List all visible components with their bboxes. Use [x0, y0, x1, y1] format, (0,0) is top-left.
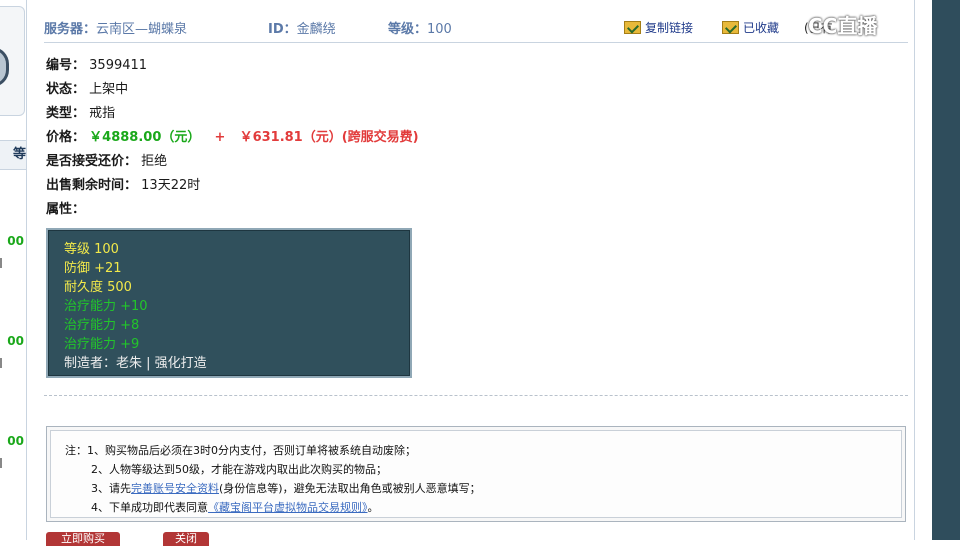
sidebar-title: 等 [0, 140, 26, 170]
price-plus: + [214, 130, 226, 145]
notice-line-3-pre: 3、请先 [91, 482, 131, 495]
bargain-label: 是否接受还价： [46, 154, 138, 169]
level-info: 等级：100 [388, 18, 452, 37]
notice-line-1: 注：1、购买物品后必须在3时0分内支付，否则订单将被系统自动废除； [65, 444, 416, 457]
notice-line-2: 2、人物等级达到50级，才能在游戏内取出此次购买的物品； [91, 463, 387, 476]
price-value: ￥4888.00（元） [89, 130, 201, 145]
attribute-maker: 制造者：老朱 | 强化打造 [64, 356, 207, 371]
id-value: 金麟绕 [296, 22, 336, 37]
level-value: 100 [427, 22, 452, 37]
favorite-label: 已收藏 [743, 21, 780, 35]
account-security-link[interactable]: 完善账号安全资料 [131, 482, 219, 495]
purchase-notice: 注：1、购买物品后必须在3时0分内支付，否则订单将被系统自动废除； 2、人物等级… [46, 426, 906, 522]
copy-link-button[interactable]: 复制链接 [624, 19, 693, 36]
notice-line-3-post: (身份信息等)，避免无法取出角色或被别人恶意填写； [219, 482, 481, 495]
server-label: 服务器： [44, 22, 97, 37]
price-fee: ￥631.81（元）(跨服交易费) [239, 130, 419, 145]
attribute-line: 治疗能力 +9 [64, 337, 140, 352]
copy-link-icon [624, 21, 641, 34]
sidebar-divider [0, 258, 8, 268]
remaining-label: 出售剩余时间： [46, 178, 138, 193]
notice-line-3: 3、请先完善账号安全资料(身份信息等)，避免无法取出角色或被别人恶意填写； [91, 480, 481, 496]
type-value: 戒指 [89, 106, 116, 121]
status-value: 上架中 [89, 82, 129, 97]
sidebar-price[interactable]: 00 [0, 434, 24, 448]
sidebar-divider [0, 458, 8, 468]
remaining-value: 13天22时 [141, 178, 201, 193]
favorite-button[interactable]: 已收藏 [722, 19, 779, 36]
server-info: 服务器：云南区—蝴蝶泉 [44, 18, 187, 37]
notice-line-4-pre: 4、下单成功即代表同意 [91, 501, 208, 514]
right-border [914, 0, 933, 540]
attribute-panel: 等级 100 防御 +21 耐久度 500 治疗能力 +10 治疗能力 +8 治… [46, 228, 412, 378]
level-label: 等级： [388, 22, 428, 37]
server-value: 云南区—蝴蝶泉 [96, 22, 188, 37]
id-label: ID： [268, 22, 297, 37]
attribute-line: 治疗能力 +10 [64, 299, 148, 314]
bargain-value: 拒绝 [141, 154, 168, 169]
number-label: 编号： [46, 58, 86, 73]
sidebar-price[interactable]: 00 [0, 234, 24, 248]
number-value: 3599411 [89, 58, 148, 73]
section-divider [44, 395, 908, 396]
copy-link-label: 复制链接 [645, 21, 694, 35]
id-info: ID：金麟绕 [268, 18, 336, 37]
buy-now-button[interactable]: 立即购买 [46, 532, 120, 546]
right-rail [932, 0, 960, 540]
trading-rules-link[interactable]: 《藏宝阁平台虚拟物品交易规则》 [208, 501, 368, 514]
sidebar-price[interactable]: 00 [0, 334, 24, 348]
attribute-line: 等级 100 [64, 242, 119, 257]
item-number-row: 编号： 3599411 [46, 54, 147, 73]
item-thumbnail[interactable] [0, 6, 25, 116]
status-label: 状态： [46, 82, 86, 97]
attribute-row: 属性： [46, 198, 85, 217]
bargain-row: 是否接受还价： 拒绝 [46, 150, 167, 169]
ring-icon [0, 47, 9, 87]
attribute-line: 防御 +21 [64, 261, 122, 276]
status-row: 状态： 上架中 [46, 78, 128, 97]
favorite-icon [722, 21, 739, 34]
left-sidebar: 等 00 00 00 [0, 0, 27, 540]
notice-inner: 注：1、购买物品后必须在3时0分内支付，否则订单将被系统自动废除； 2、人物等级… [50, 430, 902, 518]
attribute-label: 属性： [46, 202, 86, 217]
notice-line-4: 4、下单成功即代表同意《藏宝阁平台虚拟物品交易规则》。 [91, 499, 379, 515]
price-label: 价格： [46, 130, 86, 145]
attribute-line: 治疗能力 +8 [64, 318, 140, 333]
type-label: 类型： [46, 106, 86, 121]
type-row: 类型： 戒指 [46, 102, 115, 121]
item-header: 服务器：云南区—蝴蝶泉 ID：金麟绕 等级：100 复制链接 已收藏 (已有 [44, 14, 908, 43]
remaining-time-row: 出售剩余时间： 13天22时 [46, 174, 200, 193]
notice-line-4-post: 。 [367, 501, 379, 514]
price-row: 价格： ￥4888.00（元） + ￥631.81（元）(跨服交易费) [46, 126, 419, 145]
sidebar-divider [0, 358, 8, 368]
close-button[interactable]: 关闭 [163, 532, 209, 546]
attribute-line: 耐久度 500 [64, 280, 132, 295]
stream-watermark: CC直播 [808, 14, 878, 38]
